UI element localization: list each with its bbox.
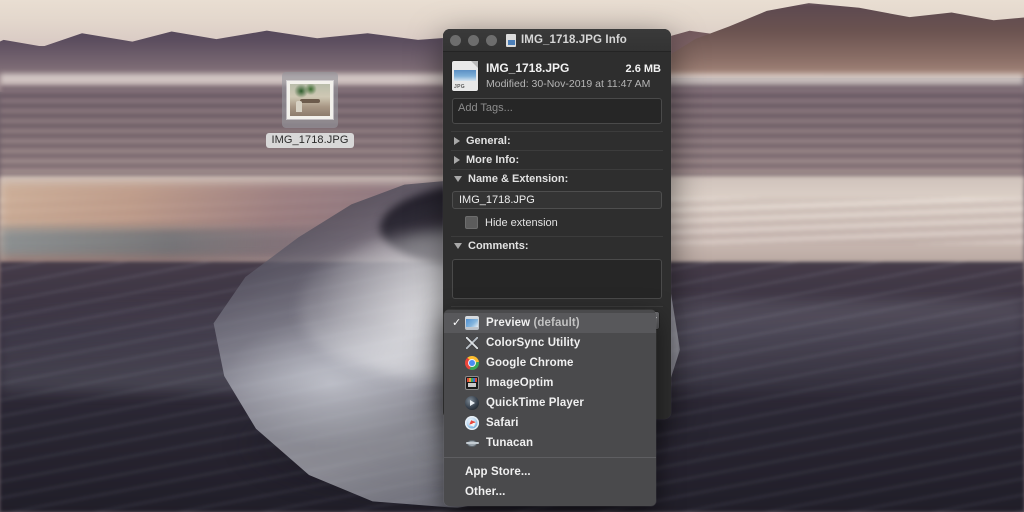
menu-item-safari[interactable]: Safari (444, 413, 656, 433)
file-header-text: IMG_1718.JPG 2.6 MB Modified: 30-Nov-201… (486, 61, 661, 90)
jpeg-file-icon-ext-label: JPG (454, 83, 465, 90)
menu-item-tunacan[interactable]: Tunacan (444, 433, 656, 453)
hide-extension-row[interactable]: Hide extension (443, 214, 671, 236)
jpeg-file-icon: JPG (452, 61, 478, 91)
file-header-name-row: IMG_1718.JPG 2.6 MB (486, 61, 661, 75)
menu-item-tunacan-label: Tunacan (486, 437, 534, 449)
tunacan-icon (465, 436, 479, 450)
file-name-input[interactable]: IMG_1718.JPG (452, 191, 662, 209)
menu-item-safari-label: Safari (486, 417, 519, 429)
add-tags-field[interactable]: Add Tags... (452, 98, 662, 124)
menu-item-quicktime-player[interactable]: QuickTime Player (444, 393, 656, 413)
window-titlebar[interactable]: IMG_1718.JPG Info (443, 29, 671, 52)
hide-extension-checkbox[interactable] (465, 216, 478, 229)
add-tags-placeholder: Add Tags... (458, 102, 513, 114)
desktop-file-icon-label[interactable]: IMG_1718.JPG (266, 133, 354, 148)
menu-item-google-chrome[interactable]: Google Chrome (444, 353, 656, 373)
file-name: IMG_1718.JPG (486, 61, 570, 75)
menu-item-other-label: Other... (465, 486, 506, 498)
colorsync-utility-icon (465, 336, 479, 350)
jpeg-document-icon (506, 33, 516, 47)
section-name-extension-label: Name & Extension: (468, 173, 569, 185)
google-chrome-icon (465, 356, 479, 370)
triangle-right-icon[interactable] (454, 137, 460, 145)
menu-item-preview-name: Preview (486, 317, 531, 329)
file-name-input-value: IMG_1718.JPG (459, 194, 535, 206)
desktop-file-icon[interactable]: IMG_1718.JPG (262, 72, 358, 148)
safari-icon (465, 416, 479, 430)
imageoptim-icon (465, 376, 479, 390)
section-name-extension[interactable]: Name & Extension: (443, 170, 671, 188)
menu-item-imageoptim[interactable]: ImageOptim (444, 373, 656, 393)
menu-item-other[interactable]: Other... (444, 482, 656, 502)
section-comments[interactable]: Comments: (443, 237, 671, 255)
section-more-info-label: More Info: (466, 154, 520, 166)
menu-item-imageoptim-label: ImageOptim (486, 377, 554, 389)
menu-divider (444, 457, 656, 458)
screen: IMG_1718.JPG IMG_1718.JPG Info JPG IMG_1… (0, 0, 1024, 512)
close-button[interactable] (450, 34, 461, 46)
file-modified-date: Modified: 30-Nov-2019 at 11:47 AM (486, 78, 651, 90)
menu-item-preview-label: Preview (default) (486, 317, 580, 329)
window-title: IMG_1718.JPG Info (521, 34, 627, 46)
comments-textarea[interactable] (452, 259, 662, 299)
minimize-button[interactable] (468, 34, 479, 46)
file-header: JPG IMG_1718.JPG 2.6 MB Modified: 30-Nov… (443, 52, 671, 97)
section-more-info[interactable]: More Info: (443, 151, 671, 169)
menu-item-preview-default-tag: (default) (530, 317, 580, 329)
checkmark-icon: ✓ (452, 316, 462, 329)
menu-item-colorsync-utility[interactable]: ColorSync Utility (444, 333, 656, 353)
photo-thumbnail-image (290, 84, 330, 116)
hide-extension-label: Hide extension (485, 216, 558, 229)
section-general[interactable]: General: (443, 132, 671, 150)
file-size: 2.6 MB (625, 63, 661, 75)
menu-item-preview[interactable]: ✓ Preview (default) (444, 313, 656, 333)
desktop-file-thumbnail (287, 81, 333, 119)
desktop-file-icon-selection[interactable] (282, 72, 338, 128)
menu-item-google-chrome-label: Google Chrome (486, 357, 574, 369)
menu-item-app-store-label: App Store... (465, 466, 531, 478)
zoom-button[interactable] (486, 34, 497, 46)
quicktime-player-icon (465, 396, 479, 410)
section-general-label: General: (466, 135, 511, 147)
triangle-down-icon[interactable] (454, 243, 462, 249)
section-comments-label: Comments: (468, 240, 529, 252)
menu-item-colorsync-utility-label: ColorSync Utility (486, 337, 581, 349)
preview-app-icon (465, 316, 479, 330)
triangle-right-icon[interactable] (454, 156, 460, 164)
menu-item-app-store[interactable]: App Store... (444, 462, 656, 482)
menu-item-quicktime-player-label: QuickTime Player (486, 397, 584, 409)
triangle-down-icon[interactable] (454, 176, 462, 182)
open-with-dropdown-menu[interactable]: ✓ Preview (default) ColorSync Utility Go… (444, 310, 656, 506)
